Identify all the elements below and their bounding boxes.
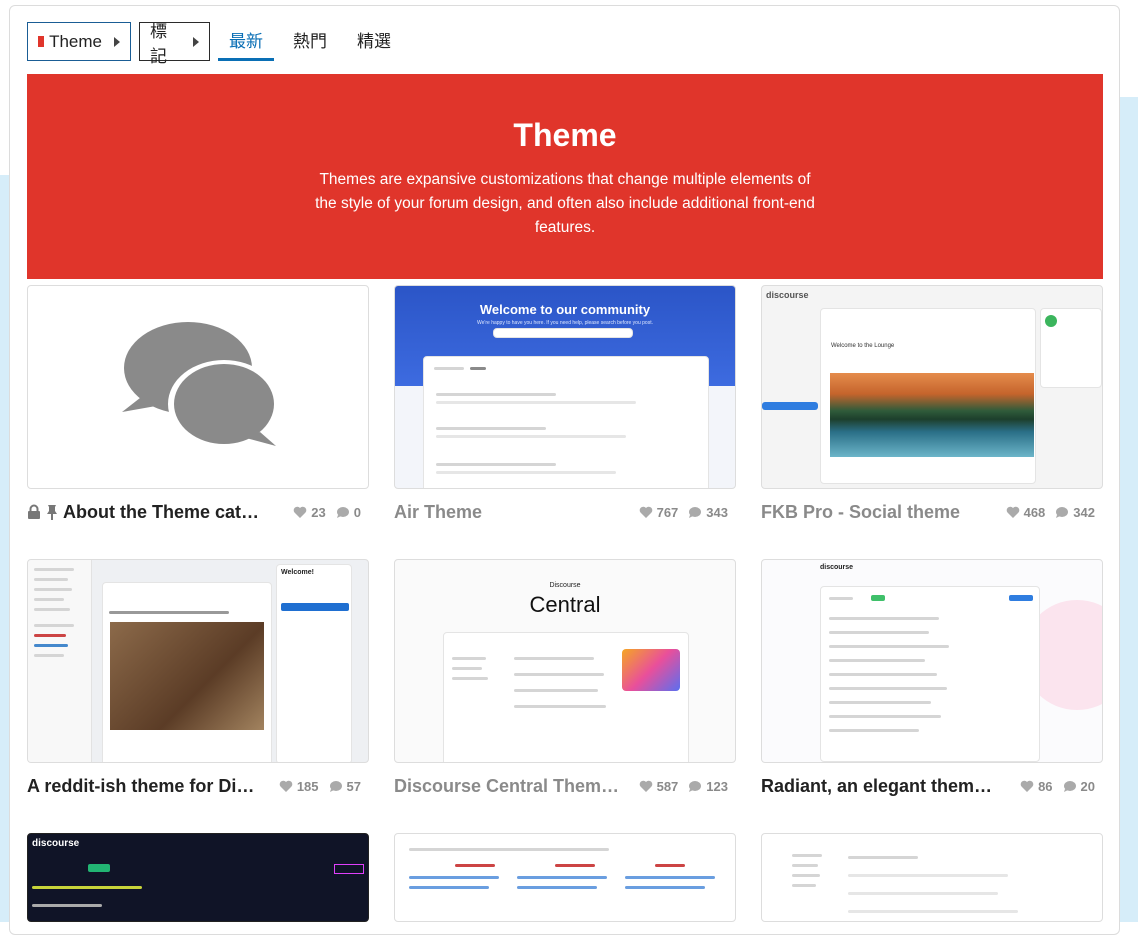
fkb-post-title: Welcome to the Lounge — [831, 343, 895, 349]
reply-count: 0 — [353, 504, 361, 520]
discourse-logo: discourse — [820, 564, 854, 571]
topic-thumbnail[interactable]: discourse — [27, 833, 369, 922]
heart-icon — [293, 506, 307, 518]
air-theme-topic-list — [423, 356, 709, 488]
comment-icon — [689, 506, 702, 518]
heart-icon — [639, 780, 652, 792]
central-big-title: Central — [529, 592, 601, 617]
central-app-window — [443, 632, 689, 762]
topic-meta: Radiant, an elegant them… 86 20 — [761, 772, 1103, 800]
reddit-sidebar — [28, 560, 92, 762]
like-count: 86 — [1038, 778, 1053, 794]
category-hero-banner: Theme Themes are expansive customization… — [27, 74, 1103, 279]
cliff-photo — [110, 622, 264, 730]
like-count: 468 — [1023, 504, 1046, 520]
topic-thumbnail[interactable]: discourse Welcome to the Lounge — [761, 285, 1103, 489]
topic-meta: FKB Pro - Social theme 468 342 — [761, 498, 1103, 526]
topic-thumbnail[interactable]: discourse — [761, 559, 1103, 763]
topic-meta: Discourse Central Them… 587 123 — [394, 772, 736, 800]
category-dropdown[interactable]: Theme — [27, 22, 131, 61]
heart-icon — [1006, 506, 1019, 518]
reply-count: 123 — [706, 778, 728, 794]
comment-icon — [1056, 506, 1069, 518]
radiant-topic-list — [820, 586, 1040, 762]
central-small-title: Discourse — [549, 582, 581, 589]
discourse-logo: discourse — [32, 838, 80, 849]
topic-title[interactable]: Discourse Central Them… — [394, 776, 619, 797]
topic-title[interactable]: About the Theme cat… — [63, 502, 259, 523]
topic-title[interactable]: Radiant, an elegant them… — [761, 776, 992, 797]
tab-top[interactable]: 熱門 — [282, 22, 338, 61]
topic-title[interactable]: FKB Pro - Social theme — [761, 502, 960, 523]
air-theme-subheading: We're happy to have you here. If you nee… — [477, 320, 653, 326]
topic-thumbnail[interactable] — [394, 833, 736, 922]
hero-description: Themes are expansive customizations that… — [315, 171, 815, 236]
comment-icon — [336, 506, 349, 518]
heart-icon — [1020, 780, 1034, 792]
caret-right-icon — [114, 36, 120, 47]
comment-icon — [1063, 780, 1076, 792]
tab-latest[interactable]: 最新 — [218, 22, 274, 61]
fkb-profile-card — [1040, 308, 1102, 388]
topic-title[interactable]: A reddit-ish theme for Di… — [27, 776, 254, 797]
heart-icon — [639, 506, 652, 518]
reply-count: 342 — [1073, 504, 1095, 520]
topic-meta: Air Theme 767 343 — [394, 498, 736, 526]
tags-dropdown-label: 標記 — [150, 21, 167, 66]
topic-thumbnail[interactable] — [761, 833, 1103, 922]
hero-title: Theme — [513, 117, 617, 153]
pin-icon — [47, 505, 57, 520]
heart-icon — [279, 780, 293, 792]
like-count: 767 — [656, 504, 679, 520]
tab-featured[interactable]: 精選 — [346, 22, 402, 61]
like-count: 185 — [296, 778, 319, 794]
welcome-label: Welcome! — [281, 569, 314, 576]
category-dropdown-label: Theme — [49, 31, 102, 51]
comment-icon — [689, 780, 702, 792]
air-theme-heading: Welcome to our community — [479, 302, 651, 317]
topic-meta: A reddit-ish theme for Di… 185 57 — [27, 772, 369, 800]
like-count: 587 — [656, 778, 679, 794]
comment-icon — [329, 780, 342, 792]
reply-count: 20 — [1080, 778, 1095, 794]
reply-count: 343 — [706, 504, 728, 520]
topic-thumbnail[interactable]: Welcome to our community We're happy to … — [394, 285, 736, 489]
tags-dropdown[interactable]: 標記 — [139, 22, 210, 66]
category-color-badge — [38, 36, 45, 47]
mountain-lake-image — [830, 373, 1034, 457]
like-count: 23 — [311, 504, 326, 520]
topic-thumbnail[interactable]: Welcome! — [27, 559, 369, 763]
reddit-welcome-panel: Welcome! — [276, 564, 352, 762]
topic-thumbnail[interactable] — [27, 285, 369, 489]
topic-meta: About the Theme cat… 23 0 — [27, 498, 369, 526]
reply-count: 57 — [346, 778, 361, 794]
chat-bubbles-icon — [122, 322, 280, 448]
lock-icon — [28, 504, 40, 519]
fkb-sidebar-button — [762, 402, 818, 410]
caret-right-icon — [193, 36, 199, 47]
topic-thumbnail[interactable]: Discourse Central — [394, 559, 736, 763]
discourse-logo: discourse — [766, 290, 809, 300]
topic-title[interactable]: Air Theme — [394, 502, 482, 523]
air-theme-search-box — [493, 328, 633, 338]
